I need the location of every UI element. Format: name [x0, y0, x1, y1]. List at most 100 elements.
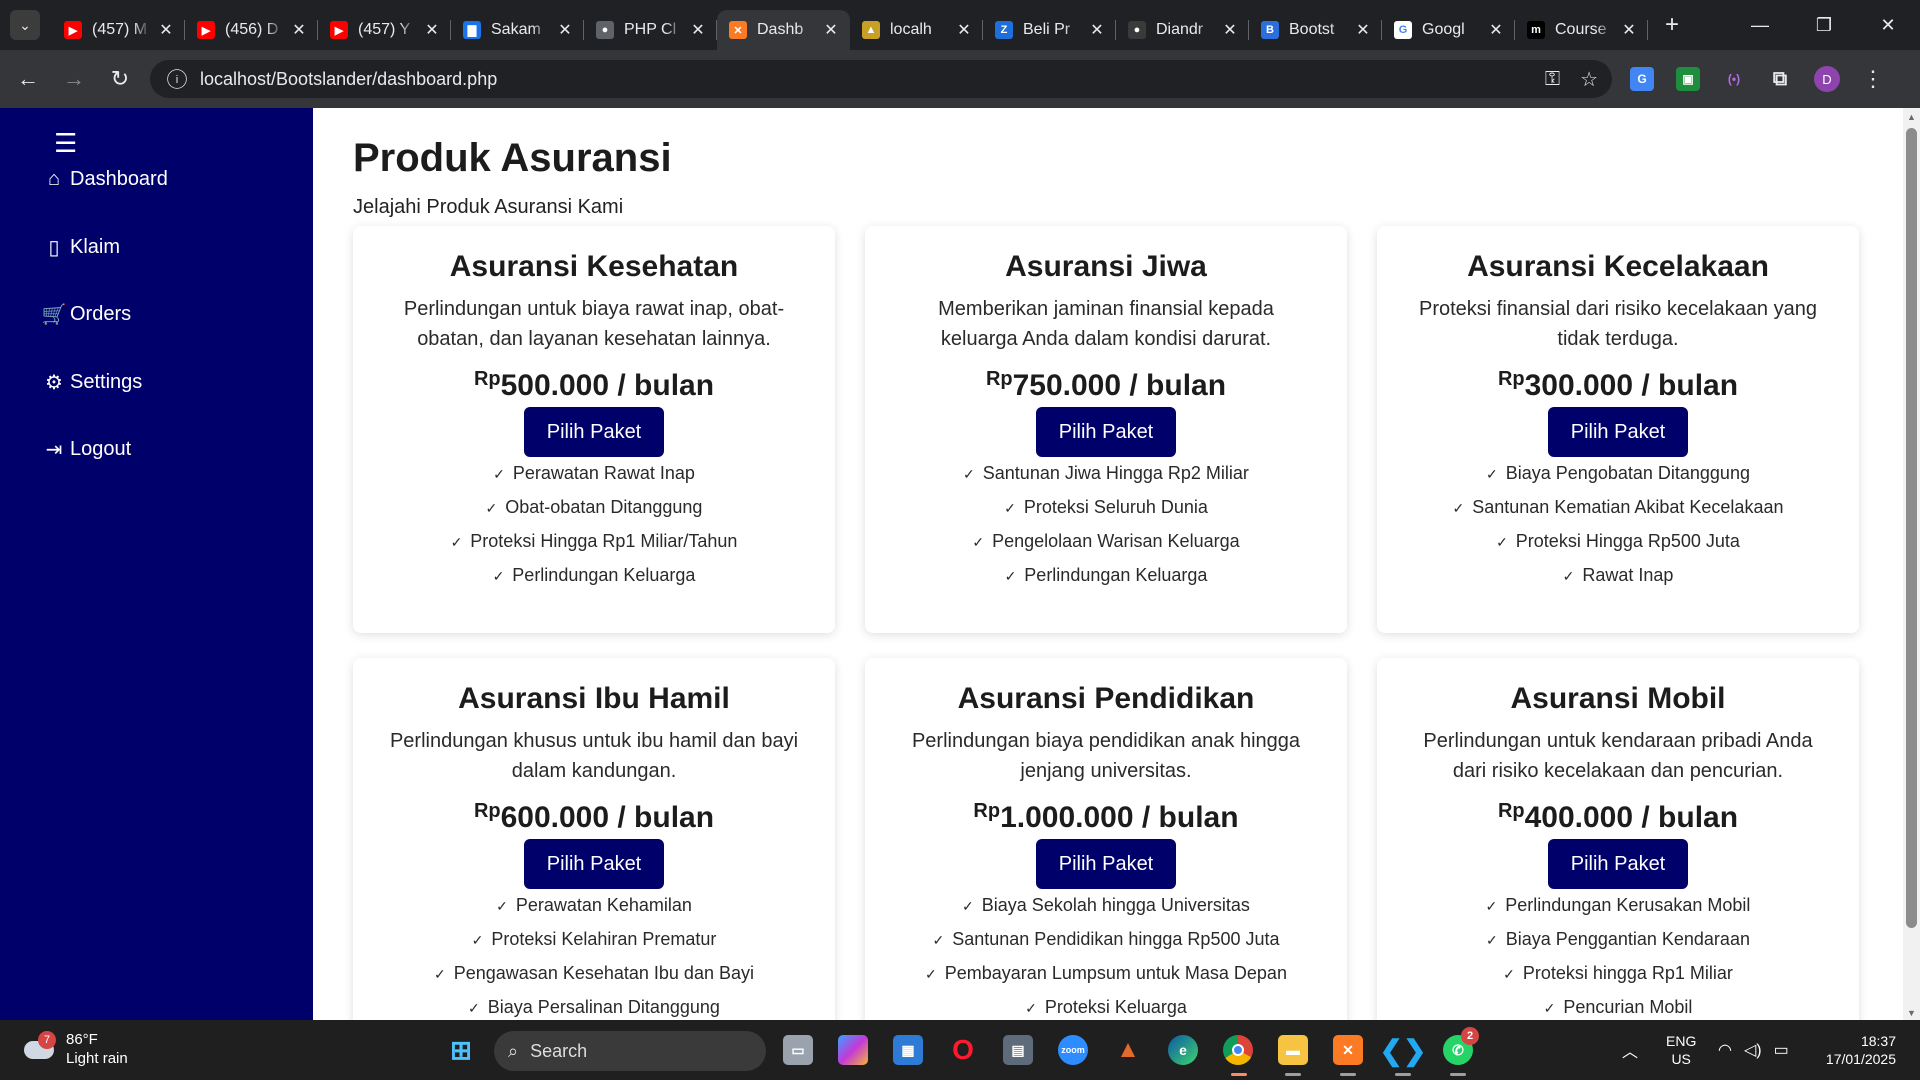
- site-info-icon[interactable]: i: [167, 69, 187, 89]
- tab-close-icon[interactable]: ✕: [157, 20, 175, 40]
- tab-close-icon[interactable]: ✕: [1354, 20, 1372, 40]
- scroll-up-arrow[interactable]: ▲: [1906, 112, 1917, 122]
- browser-tab[interactable]: G Googl ✕: [1382, 10, 1515, 50]
- language-indicator[interactable]: ENG US: [1666, 1020, 1696, 1080]
- tab-close-icon[interactable]: ✕: [822, 20, 840, 40]
- tab-close-icon[interactable]: ✕: [1221, 20, 1239, 40]
- reload-button[interactable]: ↻: [102, 61, 138, 97]
- select-package-button[interactable]: Pilih Paket: [524, 839, 664, 889]
- scroll-down-arrow[interactable]: ▼: [1906, 1008, 1917, 1018]
- tab-title: (457) M: [92, 21, 148, 38]
- profile-avatar[interactable]: D: [1814, 66, 1840, 92]
- whatsapp-icon[interactable]: ✆ 2: [1443, 1027, 1479, 1065]
- close-window-button[interactable]: ✕: [1856, 0, 1920, 50]
- opera-icon[interactable]: O: [948, 1034, 978, 1065]
- select-package-button[interactable]: Pilih Paket: [1548, 407, 1688, 457]
- vscode-icon[interactable]: ❮❯: [1380, 1035, 1427, 1066]
- tab-strip: ⌄ ▶ (457) M ✕ ▶ (456) D ✕ ▶ (457) Y ✕ ▇ Sakam ✕ ● PHP…: [0, 0, 1920, 50]
- card-price: Rp750.000 / bulan: [985, 368, 1227, 402]
- sidebar-item-orders[interactable]: 🛒 Orders: [42, 303, 132, 326]
- new-tab-button[interactable]: +: [1656, 9, 1688, 41]
- currency-label: Rp: [473, 368, 501, 390]
- copilot-icon[interactable]: [838, 1035, 868, 1065]
- tab-close-icon[interactable]: ✕: [556, 20, 574, 40]
- tray-overflow-icon[interactable]: ︿: [1622, 1020, 1638, 1080]
- extensions-puzzle-icon[interactable]: ⧉: [1768, 67, 1792, 91]
- select-package-button[interactable]: Pilih Paket: [524, 407, 664, 457]
- card-description: Perlindungan untuk biaya rawat inap, oba…: [403, 298, 785, 350]
- weather-widget[interactable]: 7 86°F Light rain: [22, 1030, 128, 1068]
- doc-icon: ▇: [463, 21, 481, 39]
- password-key-icon[interactable]: ⚿: [1545, 68, 1560, 91]
- check-icon: ✓: [1543, 1000, 1556, 1016]
- browser-tab[interactable]: ▲ localh ✕: [850, 10, 983, 50]
- tab-close-icon[interactable]: ✕: [1088, 20, 1106, 40]
- wifi-icon[interactable]: ◠: [1718, 1040, 1732, 1060]
- matlab-icon[interactable]: ▲: [1113, 1035, 1143, 1065]
- select-package-button[interactable]: Pilih Paket: [1036, 407, 1176, 457]
- tab-close-icon[interactable]: ✕: [423, 20, 441, 40]
- browser-tab[interactable]: ▇ Sakam ✕: [451, 10, 584, 50]
- sidebar-item-label: Klaim: [70, 235, 121, 258]
- browser-tab[interactable]: ● Diandr ✕: [1116, 10, 1249, 50]
- browser-tab[interactable]: ▶ (456) D ✕: [185, 10, 318, 50]
- windows-start-icon[interactable]: ⊞: [446, 1035, 476, 1065]
- browser-menu-icon[interactable]: ⋮: [1862, 66, 1884, 92]
- sidebar-item-logout[interactable]: ⇥ Logout: [44, 438, 132, 461]
- scroll-thumb[interactable]: [1906, 128, 1917, 928]
- file-icon: ▯: [48, 236, 60, 259]
- card-price: Rp500.000 / bulan: [473, 368, 715, 402]
- browser-tab[interactable]: ● PHP Cl ✕: [584, 10, 717, 50]
- hamburger-menu-icon[interactable]: ☰: [54, 128, 77, 159]
- task-view-icon[interactable]: ▭: [783, 1035, 813, 1065]
- purple-extension-icon[interactable]: (•): [1722, 67, 1746, 91]
- microsoft-store-icon[interactable]: ▦: [893, 1035, 923, 1065]
- page-scrollbar[interactable]: ▲ ▼: [1903, 108, 1920, 1020]
- select-package-button[interactable]: Pilih Paket: [1548, 839, 1688, 889]
- battery-icon[interactable]: ▭: [1774, 1040, 1789, 1060]
- restore-button[interactable]: ❐: [1792, 0, 1856, 50]
- card-description: Perlindungan khusus untuk ibu hamil dan …: [389, 730, 799, 782]
- file-explorer-icon[interactable]: ▬: [1278, 1035, 1308, 1065]
- tab-close-icon[interactable]: ✕: [1487, 20, 1505, 40]
- check-icon: ✓: [471, 932, 484, 948]
- tab-close-icon[interactable]: ✕: [290, 20, 308, 40]
- browser-tab[interactable]: Z Beli Pr ✕: [983, 10, 1116, 50]
- calculator-icon[interactable]: ▤: [1003, 1035, 1033, 1065]
- address-bar[interactable]: i localhost/Bootslander/dashboard.php ⚿ …: [150, 60, 1612, 98]
- system-clock[interactable]: 18:37 17/01/2025: [1826, 1032, 1896, 1068]
- tab-close-icon[interactable]: ✕: [1620, 20, 1638, 40]
- chrome-icon[interactable]: [1223, 1035, 1253, 1065]
- browser-tab[interactable]: ✕ Dashb ✕: [717, 10, 850, 50]
- xampp-icon: ✕: [729, 21, 747, 39]
- tab-title: Beli Pr: [1023, 21, 1071, 38]
- tabs: ▶ (457) M ✕ ▶ (456) D ✕ ▶ (457) Y ✕ ▇ Sakam ✕ ● PHP C…: [52, 0, 1648, 50]
- zoom-icon[interactable]: zoom: [1058, 1035, 1088, 1065]
- browser-tab[interactable]: B Bootst ✕: [1249, 10, 1382, 50]
- back-button[interactable]: ←: [10, 61, 46, 97]
- edge-icon[interactable]: e: [1168, 1035, 1198, 1065]
- currency-label: Rp: [973, 800, 1001, 822]
- browser-tab[interactable]: m Course ✕: [1515, 10, 1648, 50]
- select-package-button[interactable]: Pilih Paket: [1036, 839, 1176, 889]
- sidebar-item-klaim[interactable]: ▯ Klaim: [44, 236, 120, 259]
- taskbar-search[interactable]: ⌕ Search: [494, 1031, 766, 1071]
- feature-list: ✓ Santunan Jiwa Hingga Rp2 Miliar ✓ Proteks…: [865, 457, 1347, 633]
- tab-search-button[interactable]: ⌄: [10, 10, 40, 40]
- xampp-icon[interactable]: ✕: [1333, 1035, 1363, 1065]
- sidebar-item-settings[interactable]: ⚙ Settings: [44, 371, 142, 394]
- tab-close-icon[interactable]: ✕: [689, 20, 707, 40]
- forward-button[interactable]: →: [56, 61, 92, 97]
- sidebar-item-dashboard[interactable]: ⌂ Dashboard: [44, 168, 168, 191]
- extensions: G ▣ (•) ⧉ D ⋮: [1630, 60, 1884, 98]
- minimize-button[interactable]: —: [1728, 0, 1792, 50]
- feature-item: ✓ Obat-obatan Ditanggung: [485, 497, 703, 517]
- browser-tab[interactable]: ▶ (457) M ✕: [52, 10, 185, 50]
- browser-tab[interactable]: ▶ (457) Y ✕: [318, 10, 451, 50]
- volume-icon[interactable]: ◁): [1744, 1040, 1762, 1060]
- green-extension-icon[interactable]: ▣: [1676, 67, 1700, 91]
- url-text[interactable]: localhost/Bootslander/dashboard.php: [200, 69, 497, 90]
- bookmark-star-icon[interactable]: ☆: [1580, 67, 1598, 92]
- tab-close-icon[interactable]: ✕: [955, 20, 973, 40]
- translate-extension-icon[interactable]: G: [1630, 67, 1654, 91]
